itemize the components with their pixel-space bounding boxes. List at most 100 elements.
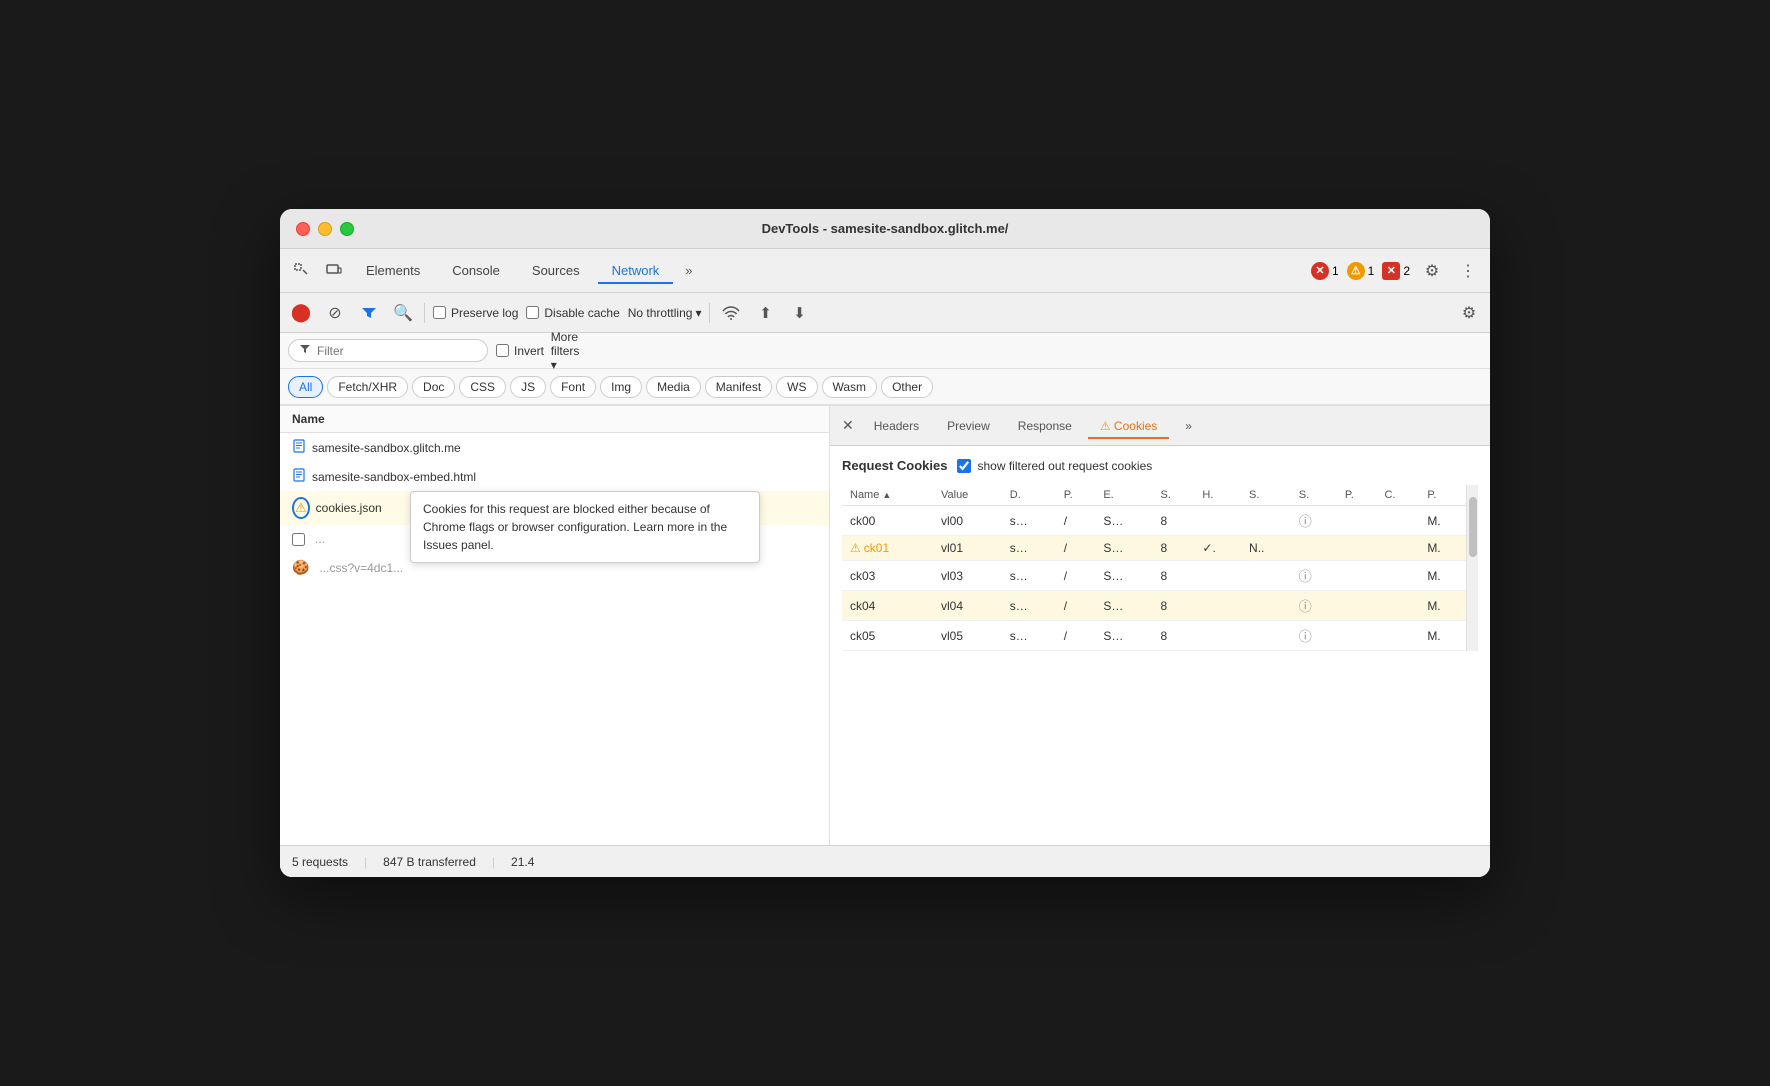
panel-tab-headers[interactable]: Headers (862, 413, 931, 439)
col-e[interactable]: E. (1095, 485, 1152, 506)
stop-recording-button[interactable]: ⬤ (288, 300, 314, 326)
maximize-button[interactable] (340, 222, 354, 236)
panel-close-button[interactable]: ✕ (838, 413, 858, 438)
error-count: 1 (1332, 264, 1339, 278)
cell-value: vl04 (933, 591, 1002, 621)
col-p2[interactable]: P. (1337, 485, 1377, 506)
more-filters-button[interactable]: More filters ▾ (552, 338, 578, 364)
filter-doc[interactable]: Doc (412, 376, 455, 398)
cell-s2 (1241, 591, 1291, 621)
cell-c (1376, 506, 1419, 536)
wifi-icon[interactable] (718, 300, 744, 326)
col-value[interactable]: Value (933, 485, 1002, 506)
filter-input-container[interactable] (288, 339, 488, 362)
panel-tab-cookies[interactable]: ⚠ Cookies (1088, 413, 1169, 439)
warning-icon-3: ⚠ (292, 497, 310, 519)
filter-other[interactable]: Other (881, 376, 933, 398)
cell-p3: M. (1419, 536, 1466, 561)
filter-text-input[interactable] (317, 344, 457, 358)
clear-button[interactable]: ⊘ (322, 300, 348, 326)
file-item-1[interactable]: samesite-sandbox.glitch.me (280, 433, 829, 462)
upload-icon[interactable]: ⬆ (752, 300, 778, 326)
filter-wasm[interactable]: Wasm (822, 376, 878, 398)
col-s2[interactable]: S. (1241, 485, 1291, 506)
cell-e: S… (1095, 536, 1152, 561)
col-d[interactable]: D. (1002, 485, 1056, 506)
cell-value: vl00 (933, 506, 1002, 536)
tab-more[interactable]: » (677, 259, 700, 282)
filter-img[interactable]: Img (600, 376, 642, 398)
filter-all[interactable]: All (288, 376, 323, 398)
cell-p2 (1337, 621, 1377, 651)
panel-tab-more[interactable]: » (1173, 413, 1204, 439)
col-s3[interactable]: S. (1291, 485, 1337, 506)
col-c[interactable]: C. (1376, 485, 1419, 506)
filter-bar: Invert More filters ▾ (280, 333, 1490, 369)
panel-tab-response[interactable]: Response (1006, 413, 1084, 439)
table-row[interactable]: ck05 vl05 s… / S… 8 ⓘ (842, 621, 1466, 651)
tab-console[interactable]: Console (438, 257, 514, 284)
settings-icon[interactable]: ⚙ (1418, 257, 1446, 285)
filter-font[interactable]: Font (550, 376, 596, 398)
invert-checkbox[interactable]: Invert (496, 344, 544, 358)
cookies-content: Request Cookies show filtered out reques… (830, 446, 1490, 845)
col-h[interactable]: H. (1194, 485, 1241, 506)
disable-cache-checkbox[interactable]: Disable cache (526, 306, 619, 320)
cell-s2 (1241, 506, 1291, 536)
inspect-icon[interactable] (288, 257, 316, 285)
table-row[interactable]: ck04 vl04 s… / S… 8 ⓘ (842, 591, 1466, 621)
invert-input[interactable] (496, 344, 509, 357)
download-icon[interactable]: ⬇ (786, 300, 812, 326)
main-content: Name samesite-sandbox.glitch.me (280, 405, 1490, 845)
filter-css[interactable]: CSS (459, 376, 506, 398)
file-item-2[interactable]: samesite-sandbox-embed.html (280, 462, 829, 491)
tab-sources[interactable]: Sources (518, 257, 594, 284)
filter-media[interactable]: Media (646, 376, 701, 398)
tab-elements[interactable]: Elements (352, 257, 434, 284)
filter-icon[interactable] (356, 300, 382, 326)
table-row[interactable]: ck03 vl03 s… / S… 8 ⓘ (842, 561, 1466, 591)
error-badge: ✕ 1 (1311, 262, 1339, 280)
device-toggle-icon[interactable] (320, 257, 348, 285)
traffic-lights (296, 222, 354, 236)
filter-ws[interactable]: WS (776, 376, 817, 398)
info-icon: ⓘ (1299, 599, 1312, 614)
table-row[interactable]: ⚠ ck01 vl01 s… / S… 8 (842, 536, 1466, 561)
table-row[interactable]: ck00 vl00 s… / S… 8 ⓘ (842, 506, 1466, 536)
file-list-header: Name (280, 406, 829, 433)
file-item-3[interactable]: ⚠ cookies.json Cookies for this request … (280, 491, 829, 525)
col-name[interactable]: Name ▲ (842, 485, 933, 506)
cell-value: vl03 (933, 561, 1002, 591)
search-icon[interactable]: 🔍 (390, 300, 416, 326)
cell-value: vl01 (933, 536, 1002, 561)
cell-s3: ⓘ (1291, 506, 1337, 536)
filter-js[interactable]: JS (510, 376, 546, 398)
pending-checkbox-1[interactable] (292, 533, 305, 546)
pending-text-2: ...css?v=4dc1... (319, 561, 403, 575)
disable-cache-input[interactable] (526, 306, 539, 319)
scrollbar[interactable] (1466, 485, 1478, 651)
preserve-log-checkbox[interactable]: Preserve log (433, 306, 518, 320)
close-button[interactable] (296, 222, 310, 236)
throttle-select[interactable]: No throttling ▾ (628, 306, 702, 320)
table-wrapper: Name ▲ Value D. P. E. S. H. S. S. (842, 485, 1478, 651)
info-icon: ⓘ (1299, 569, 1312, 584)
show-filtered-label[interactable]: show filtered out request cookies (957, 459, 1152, 473)
col-s[interactable]: S. (1153, 485, 1195, 506)
cell-c (1376, 536, 1419, 561)
sort-arrow: ▲ (882, 490, 891, 500)
more-menu-icon[interactable]: ⋮ (1454, 257, 1482, 285)
preserve-log-input[interactable] (433, 306, 446, 319)
show-filtered-checkbox[interactable] (957, 459, 971, 473)
minimize-button[interactable] (318, 222, 332, 236)
file-name-1: samesite-sandbox.glitch.me (312, 441, 461, 455)
tab-network[interactable]: Network (598, 257, 674, 284)
col-p[interactable]: P. (1056, 485, 1096, 506)
filter-manifest[interactable]: Manifest (705, 376, 772, 398)
col-p3[interactable]: P. (1419, 485, 1466, 506)
network-settings-icon[interactable]: ⚙ (1456, 300, 1482, 326)
filter-fetchxhr[interactable]: Fetch/XHR (327, 376, 408, 398)
scrollbar-thumb[interactable] (1469, 497, 1477, 557)
panel-tab-preview[interactable]: Preview (935, 413, 1002, 439)
cell-p: / (1056, 506, 1096, 536)
